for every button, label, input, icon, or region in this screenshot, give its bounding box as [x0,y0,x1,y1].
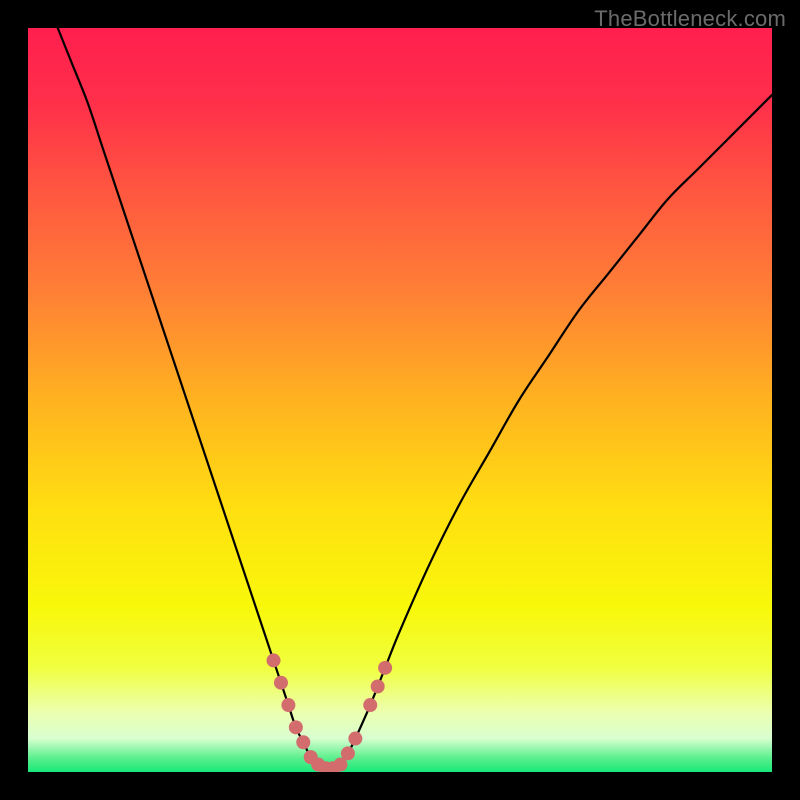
plot-area [28,28,772,772]
curve-marker [289,720,303,734]
curve-marker [267,653,281,667]
plot-inner [28,28,772,772]
curve-marker [341,746,355,760]
chart-svg [28,28,772,772]
curve-marker [371,679,385,693]
chart-container: TheBottleneck.com [0,0,800,800]
curve-marker [348,732,362,746]
curve-marker [378,661,392,675]
curve-marker [281,698,295,712]
watermark-text: TheBottleneck.com [594,6,786,32]
chart-background [28,28,772,772]
curve-marker [363,698,377,712]
curve-marker [296,735,310,749]
curve-marker [274,676,288,690]
